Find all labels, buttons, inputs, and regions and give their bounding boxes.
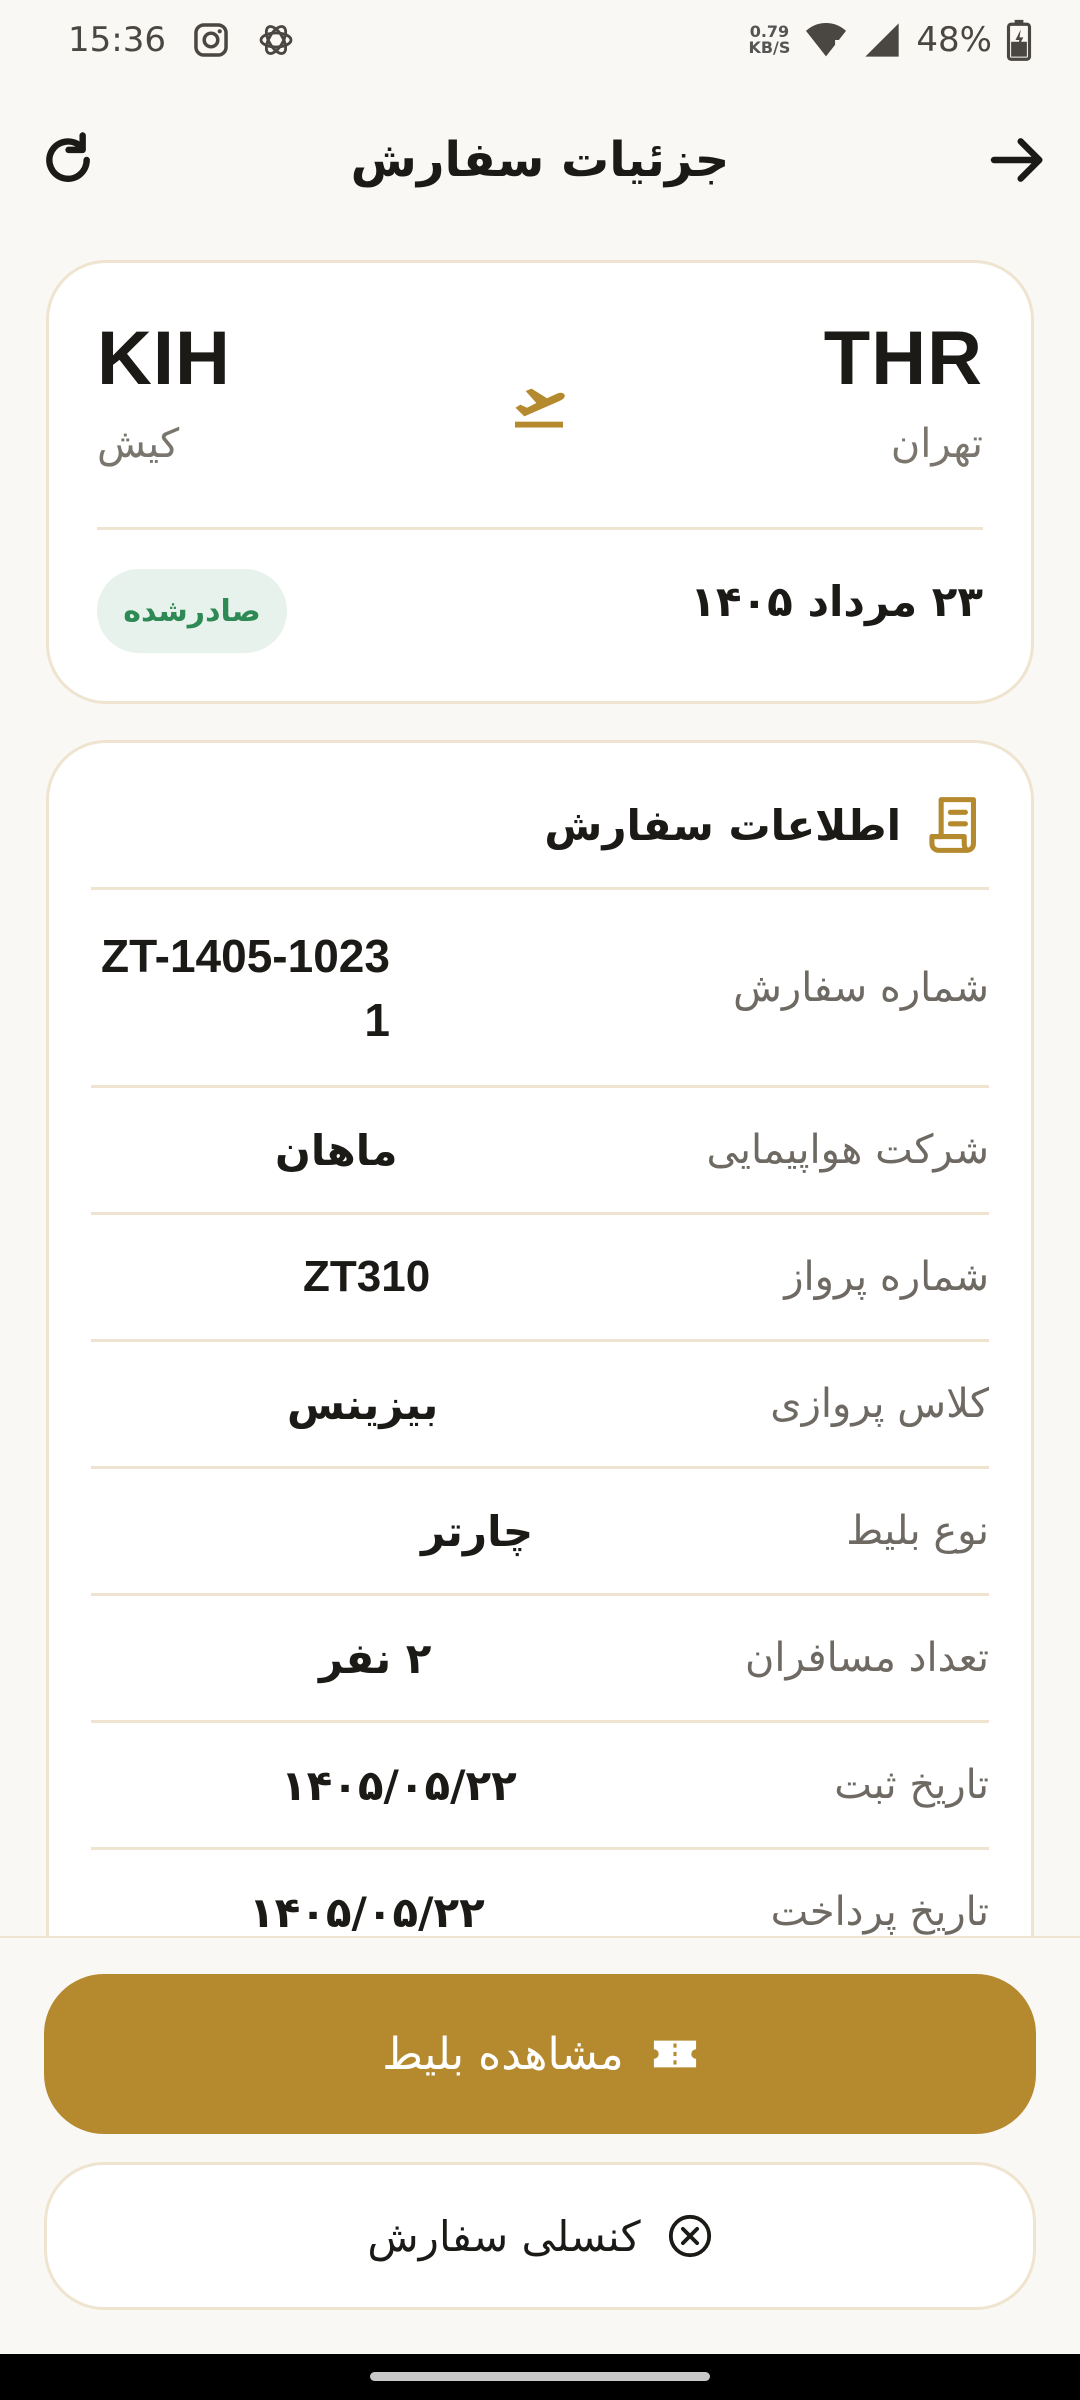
info-row-flight-number: شماره پرواز ZT310	[91, 1212, 989, 1339]
row-label: تعداد مسافران	[744, 1635, 989, 1681]
battery-percent: 48%	[916, 20, 992, 60]
row-label: تاریخ ثبت	[834, 1762, 989, 1808]
order-info-card: اطلاعات سفارش شماره سفارش ZT-1405-1023 1…	[46, 740, 1034, 2040]
row-label: شرکت هواپیمایی	[706, 1127, 989, 1173]
info-row-order-number: شماره سفارش ZT-1405-1023 1	[91, 887, 989, 1085]
row-label: شماره پرواز	[784, 1254, 989, 1300]
row-label: تاریخ پرداخت	[770, 1889, 989, 1935]
battery-icon	[1006, 19, 1032, 61]
signal-icon	[865, 23, 900, 57]
info-row-flight-class: کلاس پروازی بیزینس	[91, 1339, 989, 1466]
cancel-order-button[interactable]: کنسلی سفارش	[44, 2162, 1036, 2310]
system-nav-bar	[0, 2354, 1080, 2400]
net-speed-unit: KB/S	[748, 38, 791, 57]
openai-icon	[259, 25, 293, 55]
info-row-passengers: تعداد مسافران ۲ نفر	[91, 1593, 989, 1720]
payment-date-value: ۱۴۰۵/۰۵/۲۲	[249, 1887, 485, 1937]
destination-code: KIH	[97, 316, 231, 401]
row-label: شماره سفارش	[733, 964, 989, 1011]
row-label: کلاس پروازی	[770, 1381, 989, 1427]
passengers-value: ۲ نفر	[319, 1633, 432, 1683]
origin-code: THR	[823, 316, 983, 401]
status-right: 0.79 KB/S 48%	[748, 19, 1032, 61]
info-row-register-date: تاریخ ثبت ۱۴۰۵/۰۵/۲۲	[91, 1720, 989, 1847]
app-header: جزئیات سفارش	[0, 100, 1080, 220]
ticket-type-value: چارتر	[421, 1506, 534, 1556]
cancel-order-label: کنسلی سفارش	[367, 2211, 641, 2261]
status-badge: صادرشده	[97, 569, 287, 653]
page-title: جزئیات سفارش	[350, 132, 730, 188]
origin-city: تهران	[890, 421, 983, 467]
order-info-header: اطلاعات سفارش	[544, 785, 983, 865]
order-info-rows: شماره سفارش ZT-1405-1023 1 شرکت هواپیمای…	[91, 887, 989, 1974]
row-label: نوع بلیط	[846, 1508, 989, 1554]
airplane-takeoff-icon	[515, 388, 565, 428]
ticket-icon	[653, 2040, 696, 2068]
status-left: 15:36	[68, 20, 296, 60]
home-gesture-handle[interactable]	[370, 2372, 710, 2381]
airline-value: ماهان	[275, 1125, 398, 1175]
refresh-icon[interactable]	[36, 128, 100, 192]
order-number-value: ZT-1405-1023 1	[101, 929, 390, 1046]
cancel-circle-icon	[668, 2214, 711, 2258]
status-bar: 15:36 0.79 KB/S 48%	[0, 0, 1080, 80]
wifi-icon	[806, 22, 847, 58]
destination-city: کیش	[97, 421, 180, 467]
info-row-ticket-type: نوع بلیط چارتر	[91, 1466, 989, 1593]
flight-class-value: بیزینس	[287, 1379, 439, 1429]
flight-number-value: ZT310	[303, 1252, 431, 1301]
bottom-action-panel: مشاهده بلیط کنسلی سفارش	[0, 1936, 1080, 2354]
view-ticket-button[interactable]: مشاهده بلیط	[44, 1974, 1036, 2134]
flight-date: ۲۳ مرداد ۱۴۰۵	[690, 577, 983, 626]
receipt-icon	[929, 797, 976, 853]
net-speed: 0.79 KB/S	[748, 24, 790, 56]
route-card: THR تهران KIH کیش ۲۳ مرداد ۱۴۰۵ صادرشده	[46, 260, 1034, 704]
order-info-title: اطلاعات سفارش	[544, 800, 901, 850]
status-time: 15:36	[68, 20, 166, 60]
divider	[97, 527, 983, 530]
back-arrow-icon[interactable]	[986, 128, 1050, 192]
instagram-icon	[194, 23, 228, 57]
info-row-airline: شرکت هواپیمایی ماهان	[91, 1085, 989, 1212]
view-ticket-label: مشاهده بلیط	[382, 2028, 624, 2080]
register-date-value: ۱۴۰۵/۰۵/۲۲	[281, 1760, 517, 1810]
